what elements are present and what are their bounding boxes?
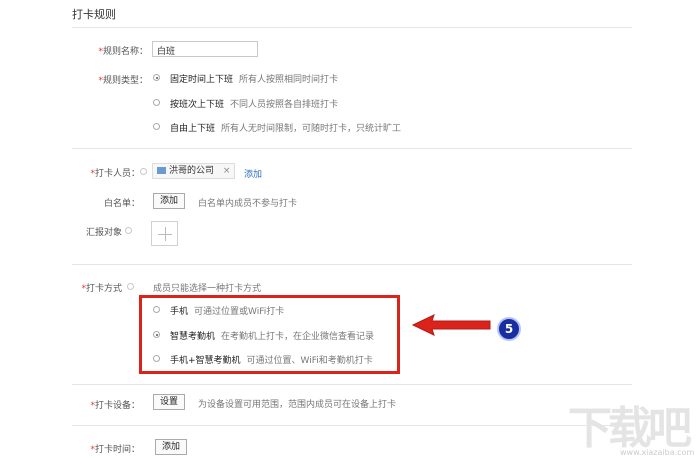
report-to-label: 汇报对象 [85,228,122,238]
device-note: 为设备设置可用范围，范围内成员可在设备上打卡 [198,400,397,410]
help-icon[interactable] [125,227,132,234]
device-settings-button[interactable]: 设置 [153,394,186,410]
whitelist-add-button[interactable]: 添加 [153,193,186,209]
whitelist-note: 白名单内成员不参与打卡 [198,199,298,209]
checkin-time-add-button[interactable]: 添加 [155,439,188,455]
rule-type-free-radio[interactable] [153,123,160,130]
annotation-highlight-box [139,295,400,374]
rule-name-label: *规则名称： [98,47,148,57]
rule-type-shift-option[interactable]: 按班次上下班 不同人员按照各自排班打卡 [170,97,338,110]
divider [72,425,632,426]
annotation-arrow-icon [411,314,491,336]
add-report-to-button[interactable] [151,221,178,246]
rule-type-free-option[interactable]: 自由上下班 所有人无时间限制，可随时打卡，只统计旷工 [170,121,401,134]
help-icon[interactable] [140,168,147,175]
checkin-method-note: 成员只能选择一种打卡方式 [153,284,262,294]
folder-icon [157,167,166,174]
divider [72,384,632,385]
step-badge: 5 [497,317,521,341]
divider [72,27,632,28]
rule-type-label: *规则类型： [98,76,148,86]
device-label: *打卡设备： [90,401,140,411]
page-title: 打卡规则 [72,8,116,21]
whitelist-label: 白名单： [103,199,140,209]
rule-name-input[interactable]: 白班 [152,41,258,57]
rule-type-shift-radio[interactable] [153,99,160,106]
checkin-method-label: *打卡方式 [81,284,122,294]
rule-type-fixed-radio[interactable] [153,74,160,81]
add-member-link[interactable]: 添加 [244,167,262,180]
member-tag: 洪哥的公司 × [152,163,236,179]
members-label: *打卡人员： [90,169,140,179]
watermark-logo: 下载吧 [568,403,692,454]
watermark-site: www.xiazaiba.com [620,448,695,457]
close-icon[interactable]: × [223,166,231,176]
help-icon[interactable] [127,283,134,290]
checkin-time-label: *打卡时间： [90,445,140,455]
divider [72,264,632,265]
rule-type-fixed-option[interactable]: 固定时间上下班 所有人按照相同时间打卡 [170,72,338,85]
divider [72,148,632,149]
